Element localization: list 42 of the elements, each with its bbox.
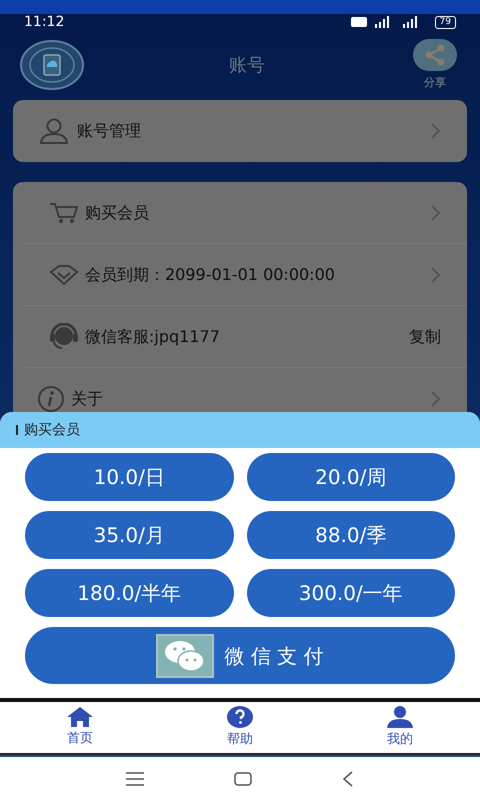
logo-icon [20,40,84,90]
person-icon [39,118,69,144]
battery-indicator: 79 [434,16,456,28]
menu-label: 关于 [71,388,104,410]
price-option-button[interactable]: 35.0/月 [25,511,234,559]
menu-item[interactable]: 会员到期：2099-01-01 00:00:00 [25,244,467,306]
status-time: 11:12 [24,15,64,29]
pay-label: 微 信 支 付 [224,642,324,670]
wechat-pay-button[interactable]: 微 信 支 付 [25,627,455,684]
home-icon [67,706,93,727]
price-option-button[interactable]: 10.0/日 [25,453,234,501]
copy-link[interactable]: 复制 [409,324,441,348]
account-label: 账号管理 [77,120,142,142]
menu-item[interactable]: 购买会员 [25,182,467,244]
price-option-button[interactable]: 20.0/周 [246,453,455,501]
page-title: 账号 [229,54,265,78]
chat-bubbles-icon [156,634,214,678]
price-option-button[interactable]: 88.0/季 [246,511,455,559]
menu-label: 会员到期：2099-01-01 00:00:00 [85,264,336,286]
help-icon [227,706,253,728]
share-label: 分享 [424,74,446,91]
home-square-icon[interactable] [234,772,252,786]
price-option-button[interactable]: 300.0/一年 [246,569,455,617]
nav-tab[interactable]: 帮助 [200,706,280,750]
menu-icon[interactable] [126,772,144,786]
share-icon [424,44,446,66]
headset-icon [49,322,79,350]
menu-label: 购买会员 [85,202,150,224]
chevron-icon [431,123,441,139]
menu-label: 微信客服:jpq1177 [85,326,221,348]
share-button[interactable] [413,38,457,71]
nav-tab[interactable]: 我的 [360,706,440,750]
account-card[interactable]: 账号管理 [13,100,467,162]
info-icon [37,385,65,413]
nav-tab[interactable]: 首页 [40,706,120,748]
cart-icon [49,200,79,224]
price-option-button[interactable]: 180.0/半年 [25,569,234,617]
sheet-title: 购买会员 [24,420,80,440]
back-icon[interactable] [342,770,354,786]
menu-item[interactable]: 微信客服:jpq1177 复制 [25,306,467,368]
user-icon [387,706,413,728]
diamond-icon [49,264,79,286]
